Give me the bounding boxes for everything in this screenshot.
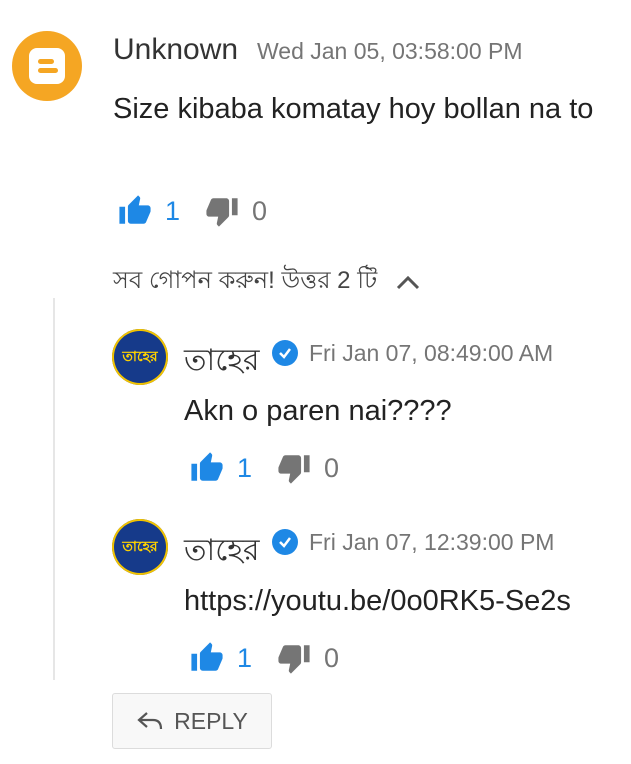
thread-line	[53, 298, 55, 680]
like-button[interactable]: 1	[117, 194, 180, 228]
like-count: 1	[237, 452, 253, 483]
verified-badge-icon	[272, 529, 298, 555]
like-button[interactable]: 1	[189, 641, 252, 675]
comment-timestamp: Wed Jan 05, 03:58:00 PM	[257, 38, 523, 64]
comment-author[interactable]: Unknown	[113, 33, 238, 67]
dislike-count: 0	[324, 452, 340, 483]
reply-timestamp: Fri Jan 07, 12:39:00 PM	[309, 529, 555, 555]
thumbs-down-icon	[278, 645, 310, 674]
vote-bar: 1 0	[189, 641, 339, 675]
reply-button[interactable]: REPLY	[112, 693, 272, 749]
blogger-avatar-icon	[12, 31, 82, 101]
hide-replies-toggle[interactable]: সব গোপন করুন! উত্তর 2 টি	[113, 262, 421, 302]
dislike-count: 0	[324, 642, 340, 673]
reply-link[interactable]: https://youtu.be/0o0RK5-Se2s	[184, 579, 571, 623]
reply-avatar: তাহের	[112, 519, 168, 575]
like-count: 1	[165, 195, 181, 226]
dislike-button[interactable]: 0	[276, 641, 339, 675]
dislike-button[interactable]: 0	[276, 451, 339, 485]
thumbs-down-icon	[206, 198, 238, 227]
reply-text: Akn o paren nai????	[184, 395, 452, 427]
chevron-up-icon	[397, 275, 420, 290]
dislike-count: 0	[252, 195, 268, 226]
like-button[interactable]: 1	[189, 451, 252, 485]
thumbs-up-icon	[119, 195, 151, 224]
vote-bar: 1 0	[189, 451, 339, 485]
reply-arrow-icon	[137, 712, 163, 730]
reply-button-label: REPLY	[174, 707, 248, 734]
verified-badge-icon	[272, 340, 298, 366]
thumbs-up-icon	[191, 642, 223, 671]
reply-avatar: তাহের	[112, 329, 168, 385]
hide-replies-label: সব গোপন করুন! উত্তর 2 টি	[113, 267, 378, 294]
dislike-button[interactable]: 0	[204, 194, 267, 228]
vote-bar: 1 0	[117, 194, 267, 228]
reply-author[interactable]: তাহের	[184, 526, 260, 577]
thumbs-up-icon	[191, 452, 223, 481]
reply-timestamp: Fri Jan 07, 08:49:00 AM	[309, 340, 554, 366]
reply-author[interactable]: তাহের	[184, 336, 260, 387]
like-count: 1	[237, 642, 253, 673]
thumbs-down-icon	[278, 455, 310, 484]
comment-text: Size kibaba komatay hoy bollan na to	[113, 93, 594, 125]
